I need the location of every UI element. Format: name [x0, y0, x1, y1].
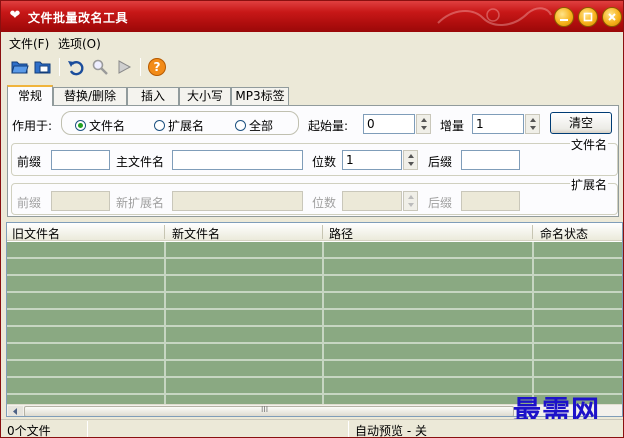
- preview-icon[interactable]: [91, 58, 109, 76]
- toolbar: ?: [1, 53, 623, 81]
- ext-digits-label: 位数: [312, 196, 337, 210]
- title-decoration-icon: [437, 7, 552, 26]
- grid-header: 旧文件名 新文件名 路径 命名状态: [7, 223, 622, 242]
- minimize-button[interactable]: [554, 7, 574, 27]
- chevron-left-icon: [13, 408, 17, 415]
- apply-to-radio-group: 文件名 扩展名 全部: [61, 111, 299, 135]
- open-folder-icon[interactable]: [11, 58, 29, 76]
- status-divider: [87, 421, 88, 437]
- column-divider[interactable]: [164, 225, 165, 239]
- suffix-label: 后缀: [428, 155, 453, 169]
- minimize-icon: [560, 19, 568, 21]
- scroll-grip-icon: III: [261, 405, 269, 414]
- status-auto-preview: 自动预览 - 关: [355, 424, 427, 438]
- app-heart-icon: ❤: [9, 8, 21, 23]
- start-value-spinner[interactable]: [416, 114, 431, 134]
- ext-prefix-input[interactable]: [51, 191, 110, 211]
- help-icon[interactable]: ?: [148, 58, 166, 76]
- column-new-filename[interactable]: 新文件名: [172, 225, 220, 242]
- prefix-input[interactable]: [51, 150, 110, 170]
- column-old-filename[interactable]: 旧文件名: [12, 225, 60, 242]
- prefix-label: 前缀: [17, 155, 42, 169]
- clear-button[interactable]: 清空: [550, 112, 612, 134]
- main-filename-label: 主文件名: [116, 155, 165, 169]
- digits-input[interactable]: 1: [342, 150, 402, 170]
- ext-suffix-input[interactable]: [461, 191, 520, 211]
- status-file-count: 0个文件: [7, 424, 51, 438]
- tab-case[interactable]: 大小写: [179, 87, 231, 105]
- column-name-status[interactable]: 命名状态: [540, 225, 588, 242]
- ext-suffix-label: 后缀: [428, 196, 453, 210]
- main-filename-input[interactable]: [172, 150, 303, 170]
- ext-digits-spinner[interactable]: [403, 191, 418, 211]
- grid-column-line: [322, 242, 324, 404]
- increment-label: 增量: [440, 119, 465, 133]
- radio-selected-icon: [75, 120, 86, 131]
- digits-spinner[interactable]: [403, 150, 418, 170]
- column-divider[interactable]: [532, 225, 533, 239]
- filename-group-title: 文件名: [570, 136, 609, 153]
- grid-column-line: [164, 242, 166, 404]
- radio-all[interactable]: 全部: [235, 117, 273, 134]
- radio-empty-icon: [154, 120, 165, 131]
- start-label: 起始量:: [308, 119, 349, 133]
- column-divider[interactable]: [322, 225, 323, 239]
- increment-spinner[interactable]: [525, 114, 540, 134]
- run-icon[interactable]: [115, 58, 133, 76]
- radio-extension[interactable]: 扩展名: [154, 117, 204, 134]
- apply-to-label: 作用于:: [12, 119, 53, 133]
- radio-all-label: 全部: [249, 119, 274, 133]
- radio-extension-label: 扩展名: [168, 119, 205, 133]
- scroll-left-button[interactable]: [8, 406, 23, 416]
- grid-rows[interactable]: [7, 242, 622, 404]
- radio-filename[interactable]: 文件名: [75, 117, 125, 134]
- scroll-thumb[interactable]: III: [24, 405, 514, 416]
- undo-icon[interactable]: [67, 58, 85, 76]
- grid-column-line: [532, 242, 534, 404]
- suffix-input[interactable]: [461, 150, 520, 170]
- radio-empty-icon: [235, 120, 246, 131]
- menu-bar: 文件(F) 选项(O): [1, 32, 623, 52]
- window-title: 文件批量改名工具: [28, 11, 129, 25]
- ext-prefix-label: 前缀: [17, 196, 42, 210]
- start-value-input[interactable]: 0: [363, 114, 415, 134]
- column-path[interactable]: 路径: [329, 225, 353, 242]
- maximize-icon: [583, 12, 593, 22]
- maximize-button[interactable]: [578, 7, 598, 27]
- tab-mp3-tags[interactable]: MP3标签: [231, 87, 289, 105]
- close-icon: [608, 13, 616, 21]
- ext-digits-input[interactable]: [342, 191, 402, 211]
- menu-file[interactable]: 文件(F): [9, 35, 49, 52]
- increment-input[interactable]: 1: [472, 114, 524, 134]
- status-divider: [348, 421, 349, 437]
- file-list-grid[interactable]: 旧文件名 新文件名 路径 命名状态 III: [6, 222, 623, 417]
- toolbar-separator: [140, 58, 141, 76]
- menu-options[interactable]: 选项(O): [58, 35, 101, 52]
- close-button[interactable]: [602, 7, 622, 27]
- save-folder-icon[interactable]: [34, 58, 52, 76]
- tab-insert[interactable]: 插入: [127, 87, 179, 105]
- app-window: ❤ 文件批量改名工具 文件(F) 选项(O) ? 常规 替换/删除 插入 大小写…: [0, 0, 624, 438]
- title-bar[interactable]: ❤ 文件批量改名工具: [1, 1, 623, 32]
- digits-label: 位数: [312, 155, 337, 169]
- status-bar: 0个文件 自动预览 - 关: [1, 419, 623, 437]
- new-extension-label: 新扩展名: [116, 196, 165, 210]
- tab-replace-delete[interactable]: 替换/删除: [53, 87, 127, 105]
- extension-group-title: 扩展名: [570, 176, 609, 193]
- tab-general[interactable]: 常规: [7, 85, 53, 106]
- radio-filename-label: 文件名: [89, 119, 126, 133]
- toolbar-separator: [59, 58, 60, 76]
- new-extension-input[interactable]: [172, 191, 303, 211]
